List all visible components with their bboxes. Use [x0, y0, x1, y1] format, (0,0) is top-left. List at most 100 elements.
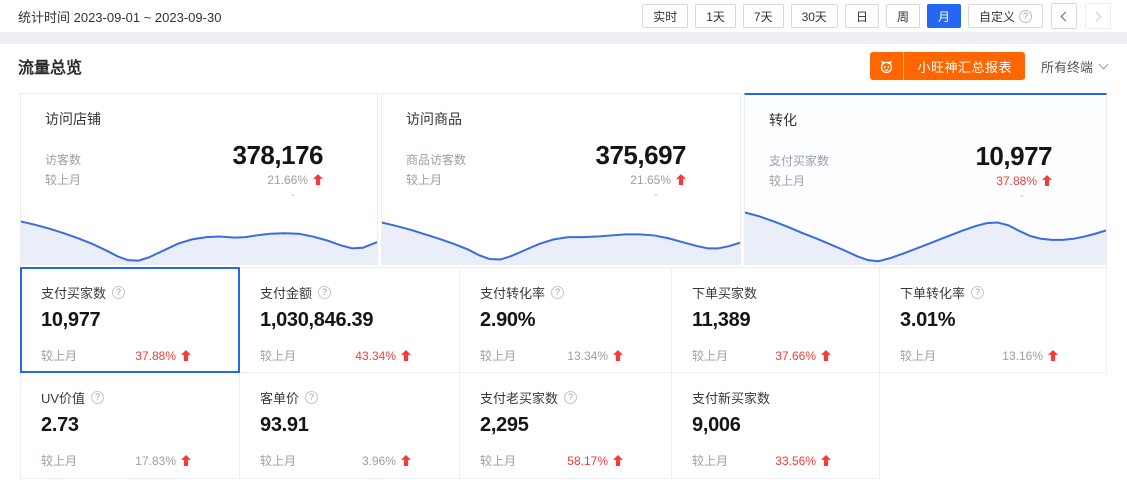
summary-report-button[interactable]: 小旺神汇总报表	[870, 52, 1025, 80]
range-button-7day[interactable]: 7天	[743, 4, 784, 28]
mascot-icon	[870, 52, 904, 80]
range-button-label: 30天	[802, 8, 827, 25]
change-row: 37.66%	[775, 349, 831, 363]
overview-tab-item-visits[interactable]: 访问商品 商品访客数 375,697 较上月 21.65% -	[381, 93, 741, 265]
help-icon[interactable]: ?	[971, 286, 984, 299]
change-row: 37.88%	[975, 174, 1052, 188]
range-button-label: 1天	[706, 8, 725, 25]
stat-time-label: 统计时间 2023-09-01 ~ 2023-09-30	[18, 7, 221, 26]
metric-name: 支付买家数	[41, 283, 106, 302]
arrow-up-icon	[821, 350, 831, 361]
page-title: 流量总览	[18, 54, 82, 78]
change-value: 43.34%	[355, 349, 396, 363]
compare-label: 较上月	[41, 452, 77, 469]
help-icon[interactable]: ?	[91, 391, 104, 404]
change-value: 17.83%	[135, 454, 176, 468]
help-icon[interactable]: ?	[318, 286, 331, 299]
change-value: 37.88%	[135, 349, 176, 363]
metric-cell-uv-value[interactable]: UV价值? 2.73 较上月 17.83%	[20, 373, 240, 479]
compare-label: 较上月	[692, 452, 728, 469]
overview-tab-conversion[interactable]: 转化 支付买家数 10,977 较上月 37.88% -	[744, 93, 1107, 265]
change-value: 3.96%	[362, 454, 396, 468]
metric-value: 1,030,846.39	[260, 309, 445, 332]
help-icon[interactable]: ?	[305, 391, 318, 404]
summary-report-label: 小旺神汇总报表	[904, 57, 1025, 76]
metric-cell-pay-amount[interactable]: 支付金额? 1,030,846.39 较上月 43.34%	[240, 267, 460, 373]
secondary-change-placeholder: -	[233, 189, 323, 199]
range-button-30day[interactable]: 30天	[791, 4, 838, 28]
arrow-up-icon	[181, 455, 191, 466]
change-value: 21.66%	[267, 173, 308, 187]
change-row: 3.96%	[362, 454, 411, 468]
change-row: 21.66%	[233, 173, 323, 187]
compare-label: 较上月	[692, 347, 728, 364]
traffic-overview-panel: 访问店铺 访客数 378,176 较上月 21.66% - 访问商品 商品访客数…	[0, 88, 1127, 479]
top-toolbar: 统计时间 2023-09-01 ~ 2023-09-30 实时 1天 7天 30…	[0, 0, 1127, 33]
sparkline-chart	[745, 208, 1106, 264]
metric-name: UV价值	[41, 388, 85, 407]
range-button-week[interactable]: 周	[886, 4, 920, 28]
change-row: 17.83%	[135, 454, 191, 468]
metric-name: 下单买家数	[692, 283, 757, 302]
metric-label: 访客数	[45, 151, 233, 168]
section-header: 流量总览 小旺神汇总报表 所有终端	[0, 44, 1127, 88]
range-button-realtime[interactable]: 实时	[642, 4, 688, 28]
change-row: 13.34%	[567, 349, 623, 363]
compare-label: 较上月	[900, 347, 936, 364]
range-button-custom[interactable]: 自定义 ?	[968, 4, 1043, 28]
range-button-day[interactable]: 日	[845, 4, 879, 28]
help-icon[interactable]: ?	[1019, 10, 1032, 23]
range-button-label: 7天	[754, 8, 773, 25]
metric-cell-pay-new-buyers[interactable]: 支付新买家数 9,006 较上月 33.56%	[672, 373, 880, 479]
metric-cell-order-buyers[interactable]: 下单买家数 11,389 较上月 37.66%	[672, 267, 880, 373]
metric-value: 3.01%	[900, 309, 1092, 332]
metric-name: 客单价	[260, 388, 299, 407]
header-controls: 小旺神汇总报表 所有终端	[870, 52, 1107, 80]
arrow-up-icon	[613, 350, 623, 361]
metric-cell-order-conversion-rate[interactable]: 下单转化率? 3.01% 较上月 13.16%	[880, 267, 1107, 373]
metric-value: 10,977	[41, 309, 225, 332]
card-metrics: 访客数 378,176 较上月 21.66% -	[21, 129, 377, 199]
metric-cell-avg-order-value[interactable]: 客单价? 93.91 较上月 3.96%	[240, 373, 460, 479]
metric-grid-row-2: UV价值? 2.73 较上月 17.83% 客单价? 93.91 较上月 3.9…	[20, 373, 1107, 479]
arrow-up-icon	[313, 174, 323, 185]
range-button-label: 自定义	[979, 8, 1015, 25]
prev-period-button[interactable]	[1051, 3, 1077, 29]
secondary-change-placeholder: -	[596, 189, 686, 199]
next-period-button[interactable]	[1085, 3, 1111, 29]
terminal-filter-dropdown[interactable]: 所有终端	[1041, 57, 1107, 76]
metric-name: 下单转化率	[900, 283, 965, 302]
metric-value: 2.73	[41, 414, 225, 437]
change-row: 58.17%	[567, 454, 623, 468]
arrow-up-icon	[613, 455, 623, 466]
metric-cell-pay-conversion-rate[interactable]: 支付转化率? 2.90% 较上月 13.34%	[460, 267, 672, 373]
range-button-month[interactable]: 月	[927, 4, 961, 28]
metric-value: 11,389	[692, 309, 865, 332]
metric-grid: 支付买家数? 10,977 较上月 37.88% 支付金额? 1,030,846…	[20, 267, 1107, 479]
metric-cell-pay-buyers[interactable]: 支付买家数? 10,977 较上月 37.88%	[20, 267, 240, 373]
metric-label: 商品访客数	[406, 151, 596, 168]
help-icon[interactable]: ?	[551, 286, 564, 299]
metric-cell-pay-old-buyers[interactable]: 支付老买家数? 2,295 较上月 58.17%	[460, 373, 672, 479]
help-icon[interactable]: ?	[564, 391, 577, 404]
metric-name: 支付老买家数	[480, 388, 558, 407]
date-range-controls: 实时 1天 7天 30天 日 周 月 自定义 ?	[642, 3, 1111, 29]
terminal-filter-label: 所有终端	[1041, 57, 1093, 76]
arrow-up-icon	[821, 455, 831, 466]
range-button-label: 实时	[653, 8, 677, 25]
card-title: 访问商品	[382, 94, 740, 129]
change-value: 21.65%	[630, 173, 671, 187]
help-icon[interactable]: ?	[112, 286, 125, 299]
overview-tab-shop-visits[interactable]: 访问店铺 访客数 378,176 较上月 21.66% -	[20, 93, 378, 265]
arrow-up-icon	[1042, 175, 1052, 186]
compare-label: 较上月	[45, 171, 233, 188]
metric-value: 93.91	[260, 414, 445, 437]
metric-value: 10,977	[975, 142, 1052, 171]
compare-label: 较上月	[260, 452, 296, 469]
page-background-gap	[0, 33, 1127, 44]
overview-cards: 访问店铺 访客数 378,176 较上月 21.66% - 访问商品 商品访客数…	[20, 93, 1107, 265]
metric-value: 2,295	[480, 414, 657, 437]
change-row: 33.56%	[775, 454, 831, 468]
range-button-1day[interactable]: 1天	[695, 4, 736, 28]
card-metrics: 支付买家数 10,977 较上月 37.88% -	[745, 130, 1106, 200]
